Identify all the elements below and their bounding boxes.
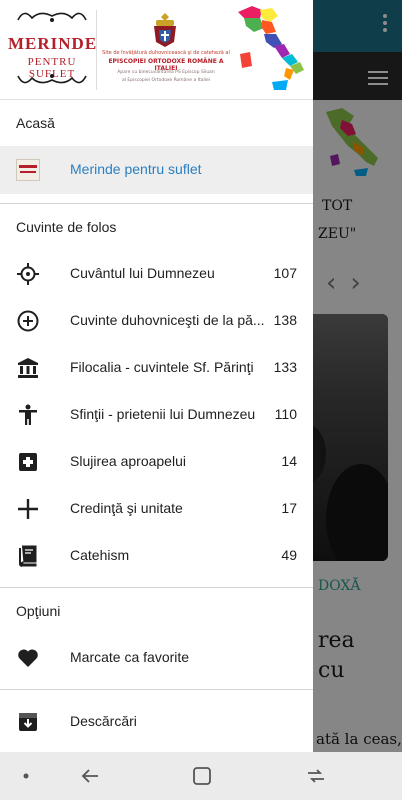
drawer-item-downloads[interactable]: Descărcări xyxy=(0,698,313,745)
drawer-item-filocalia[interactable]: Filocalia - cuvintele Sf. Părinţi 133 xyxy=(0,344,313,391)
book-icon xyxy=(19,545,37,567)
drawer-item-label: Credinţă şi unitate xyxy=(70,500,183,516)
drawer-item-count: 110 xyxy=(274,406,297,422)
drawer-item-label: Cuvinte duhovniceşti de la pă... xyxy=(70,312,265,328)
medical-plus-icon xyxy=(19,453,37,471)
plus-icon xyxy=(18,499,38,519)
crosshair-icon xyxy=(17,263,39,285)
drawer-item-count: 107 xyxy=(273,265,297,281)
drawer-item-label: Merinde pentru suflet xyxy=(70,161,202,177)
drawer-item-merinde[interactable]: Merinde pentru suflet xyxy=(0,146,313,194)
drawer-item-credinta[interactable]: Credinţă şi unitate 17 xyxy=(0,485,313,532)
system-navigation-bar xyxy=(0,752,402,800)
italy-map-icon xyxy=(238,6,304,90)
header-caption-line3: Apare cu binecuvântarea PS Episcop Silua… xyxy=(117,70,215,75)
drawer-item-label: Sfinţii - prietenii lui Dumnezeu xyxy=(70,406,256,422)
drawer-header: MERINDE PENTRU SUFLET Site de învăţătură… xyxy=(0,0,313,100)
drawer-item-label: Cuvântul lui Dumnezeu xyxy=(70,265,215,281)
drawer-item-label: Marcate ca favorite xyxy=(70,649,190,665)
drawer-item-catehism[interactable]: Catehism 49 xyxy=(0,532,313,579)
drawer-item-sfintii[interactable]: Sfinţii - prietenii lui Dumnezeu 110 xyxy=(0,391,313,438)
header-caption-line1: Site de învăţătură duhovnicească şi de c… xyxy=(102,50,230,56)
dot-indicator-icon xyxy=(23,773,29,779)
divider xyxy=(0,689,313,690)
drawer-item-count: 14 xyxy=(281,453,297,469)
home-square-icon[interactable] xyxy=(190,764,214,788)
section-options-title: Opţiuni xyxy=(16,603,61,619)
header-caption-line4: al Episcopiei Ortodoxe Române a Italiei xyxy=(121,78,211,83)
merinde-logo: MERINDE PENTRU SUFLET xyxy=(8,6,96,92)
drawer-item-label: Catehism xyxy=(70,547,130,563)
drawer-item-cuvinte-duhovnicesti[interactable]: Cuvinte duhovniceşti de la pă... 138 xyxy=(0,297,313,344)
back-arrow-icon[interactable] xyxy=(78,764,102,788)
drawer-item-label: Filocalia - cuvintele Sf. Părinţi xyxy=(70,359,254,375)
drawer-item-count: 133 xyxy=(273,359,297,375)
episcopal-crest-icon xyxy=(154,13,176,47)
logo-title: MERINDE xyxy=(8,34,98,53)
recent-apps-icon[interactable] xyxy=(304,764,328,788)
drawer-item-slujirea[interactable]: Slujirea aproapelui 14 xyxy=(0,438,313,485)
drawer-item-favorites[interactable]: Marcate ca favorite xyxy=(0,634,313,681)
plus-circle-icon xyxy=(17,310,39,332)
section-home-title: Acasă xyxy=(16,115,55,131)
drawer-item-label: Slujirea aproapelui xyxy=(70,453,186,469)
drawer-item-count: 49 xyxy=(281,547,297,563)
bank-icon xyxy=(18,358,38,378)
navigation-drawer: MERINDE PENTRU SUFLET Site de învăţătură… xyxy=(0,0,313,752)
drawer-item-count: 17 xyxy=(281,500,297,516)
drawer-item-cuvantul[interactable]: Cuvântul lui Dumnezeu 107 xyxy=(0,250,313,297)
heart-icon xyxy=(18,649,38,667)
logo-top-ornament xyxy=(17,12,87,22)
logo-bottom-ornament xyxy=(17,74,87,84)
download-box-icon xyxy=(19,713,37,731)
section-words-title: Cuvinte de folos xyxy=(16,219,117,235)
person-icon xyxy=(19,404,37,425)
drawer-item-label: Descărcări xyxy=(70,713,137,729)
drawer-item-count: 138 xyxy=(273,312,297,328)
merinde-thumbnail-icon xyxy=(16,159,40,181)
